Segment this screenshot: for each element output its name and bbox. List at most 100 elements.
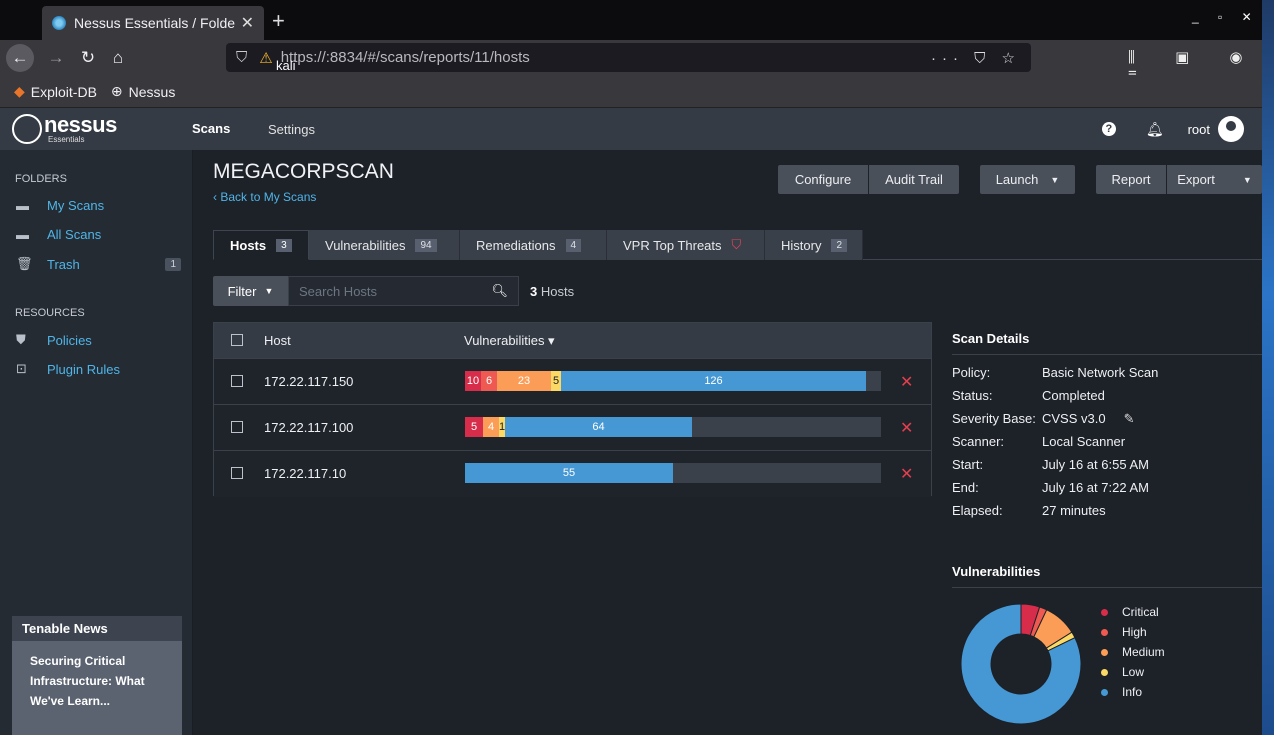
severity-segment-medium[interactable]: 4 [483,417,499,437]
legend-item[interactable]: Low [1101,662,1165,682]
tenable-news-widget[interactable]: Tenable News Securing Critical Infrastru… [12,616,182,735]
url-bar[interactable]: ⛉ ⚠ https://kali:8834/#/scans/reports/11… [226,43,1031,73]
host-count-label: Hosts [540,284,575,299]
nav-scans[interactable]: Scans [192,121,230,136]
legend-item[interactable]: Critical [1101,602,1165,622]
user-avatar-icon[interactable] [1218,116,1244,142]
severity-segment-info[interactable]: 126 [561,371,866,391]
severity-segment-info[interactable]: 55 [465,463,673,483]
legend-item[interactable]: Info [1101,682,1165,702]
nav-settings[interactable]: Settings [268,122,315,137]
bookmark-nessus[interactable]: ⊕ Nessus [111,83,175,100]
tab-hosts[interactable]: Hosts 3 [213,230,309,260]
forward-button[interactable]: → [42,44,70,72]
filter-button[interactable]: Filter ▼ [213,276,288,306]
bookmark-exploit-db[interactable]: ◆ Exploit-DB [14,83,97,100]
table-row[interactable]: 172.22.117.150 10 6 23 5 126 ✕ [214,359,931,405]
configure-button[interactable]: Configure [778,165,868,194]
severity-segment-critical[interactable]: 10 [465,371,481,391]
help-icon[interactable]: ? [1101,122,1116,136]
host-count: 3 Hosts [530,284,574,299]
nessus-top-nav: nessus Essentials Scans Settings ? 🔔︎ ro… [0,108,1262,150]
host-ip[interactable]: 172.22.117.10 [264,466,346,481]
window-controls[interactable]: _ ▫ ✕ [1192,10,1260,24]
column-host[interactable]: Host [264,333,291,348]
user-name[interactable]: root [1188,122,1210,137]
sidebar-item-my-scans[interactable]: ▬ My Scans [16,198,181,213]
legend-item[interactable]: Medium [1101,642,1165,662]
nessus-logo[interactable]: nessus Essentials [12,114,117,144]
notifications-bell-icon[interactable]: 🔔︎ [1146,121,1164,138]
detail-value: July 16 at 6:55 AM [1042,457,1149,472]
news-article-link[interactable]: Securing Critical Infrastructure: What W… [12,641,182,721]
select-all-checkbox[interactable] [231,334,243,346]
browser-nav-bar: ← → ↻ ⌂ ⛉ ⚠ https://kali:8834/#/scans/re… [0,40,1262,83]
logo-subtext: Essentials [48,135,85,144]
severity-segment-high[interactable]: 6 [481,371,497,391]
detail-row: Elapsed: 27 minutes [952,499,1262,522]
tab-vpr-top-threats[interactable]: VPR Top Threats ⛉ [607,230,765,260]
back-button[interactable]: ← [6,44,34,72]
vulnerabilities-chart-title: Vulnerabilities [952,564,1262,588]
hosts-table: Host Vulnerabilities ▾ 172.22.117.150 10 6… [213,322,932,497]
sidebar-item-plugin-rules[interactable]: ⊡ Plugin Rules [16,361,181,377]
table-row[interactable]: 172.22.117.10 55 ✕ [214,451,931,497]
row-checkbox[interactable] [231,467,243,479]
back-to-my-scans-link[interactable]: ‹ Back to My Scans [213,190,316,204]
search-placeholder: Search Hosts [299,283,378,299]
delete-host-icon[interactable]: ✕ [900,464,913,484]
new-tab-button[interactable]: + [272,8,285,34]
sidebar-item-trash[interactable]: 🗑︎ Trash 1 [16,256,181,272]
detail-key: Scanner: [952,434,1005,449]
legend-item[interactable]: High [1101,622,1165,642]
search-icon[interactable]: 🔍︎ [491,283,508,299]
vulnerabilities-donut-chart [960,603,1082,725]
tab-vulnerabilities[interactable]: Vulnerabilities 94 [309,230,460,260]
insecure-lock-icon[interactable]: ⚠ [259,49,272,67]
delete-host-icon[interactable]: ✕ [900,418,913,438]
severity-bar[interactable]: 5 4 1 64 [465,417,881,437]
detail-key: Status: [952,388,993,403]
severity-bar[interactable]: 10 6 23 5 126 [465,371,881,391]
edit-pencil-icon[interactable]: ✎ [1124,411,1135,427]
legend-label: Low [1122,665,1145,679]
page-actions-icon[interactable]: ··· ⛉ ☆ [931,49,1021,67]
detail-row: Severity Base: CVSS v3.0 ✎ [952,407,1262,430]
close-tab-icon[interactable]: ✕ [241,13,254,33]
home-button[interactable]: ⌂ [104,44,132,72]
table-row[interactable]: 172.22.117.100 5 4 1 64 ✕ [214,405,931,451]
chevron-down-icon: ▼ [264,286,274,296]
tab-history[interactable]: History 2 [765,230,863,260]
detail-value: Local Scanner [1042,434,1126,449]
tab-remediations[interactable]: Remediations 4 [460,230,607,260]
sidebar-item-policies[interactable]: ⛊ Policies [16,332,181,348]
severity-segment-info[interactable]: 64 [505,417,692,437]
export-button[interactable]: Export ▼ [1167,165,1262,194]
tracking-shield-icon[interactable]: ⛉ [236,49,247,66]
bookmarks-bar: ◆ Exploit-DB ⊕ Nessus [0,76,1262,108]
severity-segment-critical[interactable]: 5 [465,417,483,437]
bookmark-label: Exploit-DB [30,83,97,100]
severity-segment-medium[interactable]: 23 [497,371,551,391]
row-checkbox[interactable] [231,421,243,433]
sidebar-item-all-scans[interactable]: ▬ All Scans [16,227,181,242]
reload-button[interactable]: ↻ [74,44,102,72]
delete-host-icon[interactable]: ✕ [900,372,913,392]
host-count-number: 3 [530,284,538,299]
report-button[interactable]: Report [1096,165,1166,194]
audit-trail-button[interactable]: Audit Trail [869,165,959,194]
host-ip[interactable]: 172.22.117.150 [264,374,353,389]
row-checkbox[interactable] [231,375,243,387]
browser-tab[interactable]: Nessus Essentials / Folde ✕ [42,6,264,40]
sidebar-item-label: All Scans [47,227,102,242]
launch-button[interactable]: Launch ▼ [980,165,1075,194]
resources-title: RESOURCES [15,307,85,319]
severity-segment-low[interactable]: 5 [551,371,561,391]
detail-row: Start: July 16 at 6:55 AM [952,453,1262,476]
folder-icon: ▬ [16,227,29,242]
column-vulnerabilities[interactable]: Vulnerabilities ▾ [464,333,555,349]
detail-row: End: July 16 at 7:22 AM [952,476,1262,499]
search-hosts-input[interactable]: Search Hosts 🔍︎ [288,276,519,306]
host-ip[interactable]: 172.22.117.100 [264,420,353,435]
severity-bar[interactable]: 55 [465,463,881,483]
